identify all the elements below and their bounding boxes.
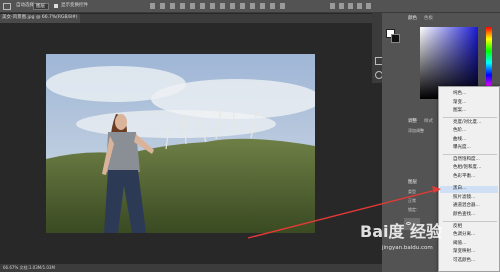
watermark-logo: Bai度 经验 [360,222,443,241]
watermark-url: jingyan.baidu.com [382,245,433,251]
baidu-watermark: Bai度 经验 jingyan.baidu.com [360,222,480,264]
photoshop-window: 自动选择： 图层 显示变换控件 美女-风景图.jpg @ 66.7%(RGB/8… [0,0,500,272]
